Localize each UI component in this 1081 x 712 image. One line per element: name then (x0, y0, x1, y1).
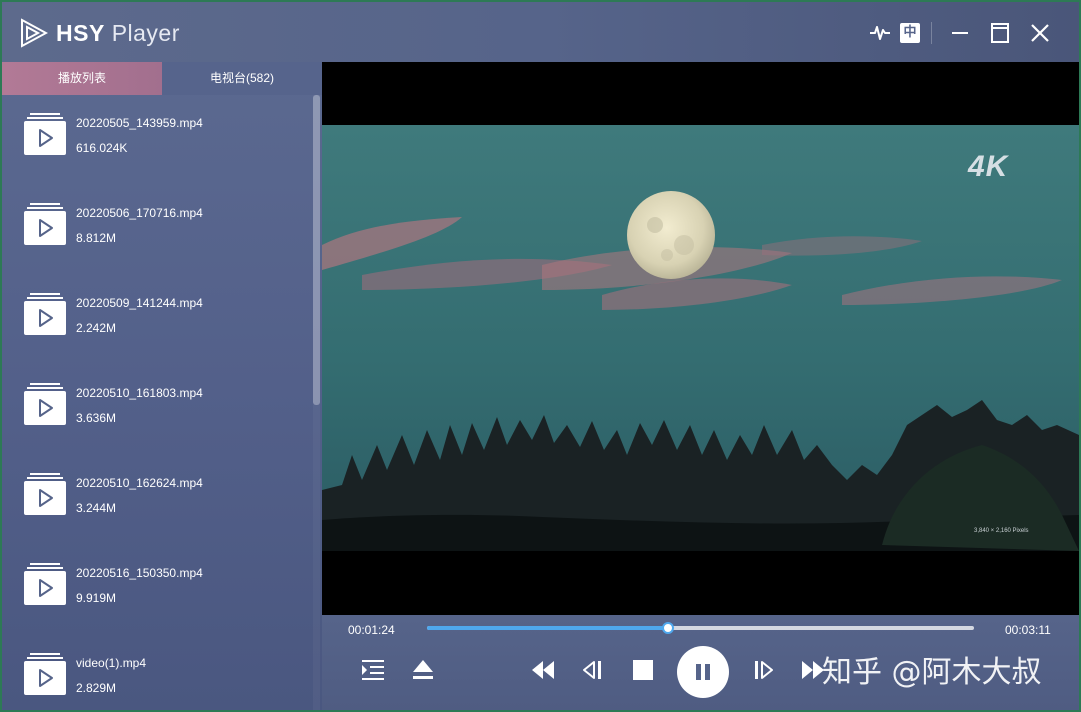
file-name: 20220510_161803.mp4 (76, 386, 203, 400)
subtitle-icon[interactable]: 中 (900, 23, 920, 43)
video-file-icon (24, 203, 66, 245)
app-title: HSY Player (56, 20, 180, 47)
subtitle-icon-label: 中 (903, 25, 917, 40)
playlist-scrollbar[interactable] (313, 95, 320, 710)
playlist-sidebar: 播放列表 电视台(582) 20220505_143959.mp4 616.02… (2, 62, 322, 710)
previous-frame-icon[interactable] (580, 657, 606, 683)
video-resolution-caption: 3,840 × 2,160 Pixels (974, 528, 1029, 534)
video-file-icon (24, 293, 66, 335)
video-frame (322, 125, 1079, 551)
rewind-icon[interactable] (530, 657, 556, 683)
app-window: HSY Player 中 播放列表 电视台(582) 20220505_1439… (0, 0, 1081, 712)
seek-handle[interactable] (661, 622, 674, 634)
playlist-item[interactable]: 20220510_162624.mp4 3.244M (2, 455, 312, 545)
file-size: 9.919M (76, 591, 117, 605)
video-file-icon (24, 383, 66, 425)
file-name: video(1).mp4 (76, 656, 147, 670)
playlist: 20220505_143959.mp4 616.024K 20220506_17… (2, 95, 312, 710)
video-file-icon (24, 653, 66, 695)
video-4k-badge: 4K (968, 150, 1009, 183)
video-file-icon (24, 563, 66, 605)
file-name: 20220516_150350.mp4 (76, 566, 203, 580)
video-file-icon (24, 113, 66, 155)
waveform-icon[interactable] (868, 21, 892, 45)
file-name: 20220505_143959.mp4 (76, 116, 203, 130)
playlist-item[interactable]: 20220506_170716.mp4 8.812M (2, 185, 312, 275)
video-file-icon (24, 473, 66, 515)
seek-bar[interactable] (427, 622, 974, 634)
current-time: 00:01:24 (348, 623, 395, 637)
minimize-icon[interactable] (948, 21, 972, 45)
file-size: 3.636M (76, 411, 117, 425)
eject-icon[interactable] (410, 657, 436, 683)
tab-playlist[interactable]: 播放列表 (2, 62, 162, 95)
playlist-item[interactable]: 20220505_143959.mp4 616.024K (2, 95, 312, 185)
file-size: 3.244M (76, 501, 117, 515)
file-name: 20220509_141244.mp4 (76, 296, 203, 310)
pause-button[interactable] (677, 646, 729, 698)
toolbar-divider (931, 22, 932, 44)
playlist-item[interactable]: video(1).mp4 2.829M (2, 635, 312, 710)
next-frame-icon[interactable] (750, 657, 776, 683)
video-viewport[interactable]: 4K 3,840 × 2,160 Pixels (322, 62, 1079, 615)
playlist-icon[interactable] (360, 657, 386, 683)
playback-controls: 00:01:24 00:03:11 知乎 @阿木大叔 (322, 615, 1079, 710)
app-title-light: Player (111, 20, 180, 46)
playlist-item[interactable]: 20220510_161803.mp4 3.636M (2, 365, 312, 455)
title-bar[interactable]: HSY Player 中 (2, 2, 1079, 62)
app-title-bold: HSY (56, 20, 105, 46)
playlist-item[interactable]: 20220509_141244.mp4 2.242M (2, 275, 312, 365)
maximize-icon[interactable] (988, 21, 1012, 45)
file-size: 2.829M (76, 681, 117, 695)
logo-icon (21, 18, 48, 48)
file-size: 2.242M (76, 321, 117, 335)
file-name: 20220506_170716.mp4 (76, 206, 203, 220)
total-time: 00:03:11 (1005, 623, 1051, 637)
watermark-text: 知乎 @阿木大叔 (822, 655, 1042, 690)
file-size: 616.024K (76, 141, 128, 155)
seek-progress (427, 626, 668, 630)
file-name: 20220510_162624.mp4 (76, 476, 203, 490)
scrollbar-thumb[interactable] (313, 95, 320, 405)
tab-tv-stations[interactable]: 电视台(582) (162, 62, 322, 95)
playlist-item[interactable]: 20220516_150350.mp4 9.919M (2, 545, 312, 635)
close-icon[interactable] (1028, 21, 1052, 45)
file-size: 8.812M (76, 231, 117, 245)
pause-icon (696, 664, 710, 680)
stop-icon[interactable] (630, 657, 656, 683)
